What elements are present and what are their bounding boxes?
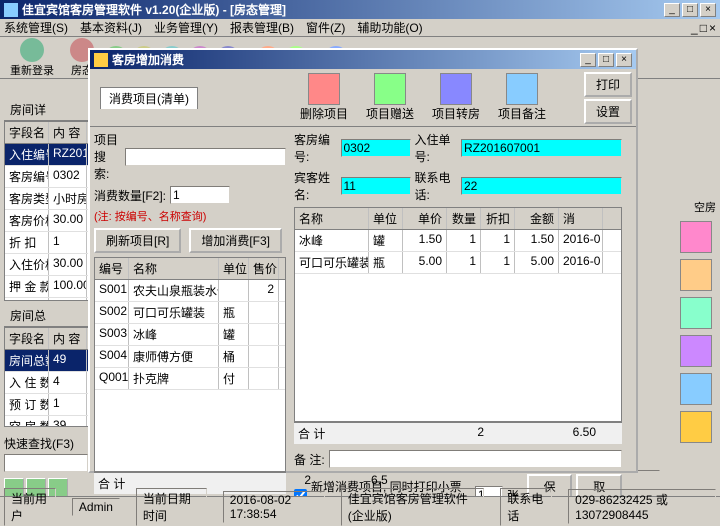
maximize-button[interactable]: □ <box>682 3 698 17</box>
menu-business[interactable]: 业务管理(Y) <box>154 19 218 36</box>
menu-report[interactable]: 报表管理(B) <box>230 19 294 36</box>
side-action-2[interactable] <box>680 259 712 291</box>
table-row[interactable]: 押 金 款100.00 <box>5 276 89 298</box>
note-item-button[interactable]: 项目备注 <box>492 71 552 124</box>
items-grid-header: 编号 名称 单位 售价 <box>95 258 285 280</box>
transfer-item-button[interactable]: 项目转房 <box>426 71 486 124</box>
app-icon <box>4 3 18 17</box>
table-row[interactable]: Q001扑克牌付 <box>95 368 285 390</box>
search-input[interactable] <box>125 148 286 166</box>
main-titlebar: 佳宜宾馆客房管理软件 v1.20(企业版) - [房态管理] _ □ × <box>0 0 720 19</box>
consume-sum-row: 合 计 2 6.50 <box>294 422 622 444</box>
note-label: 备 注: <box>294 451 325 468</box>
table-row[interactable]: 预 订 数1 <box>5 394 89 416</box>
order-no-field[interactable] <box>461 139 622 157</box>
print-button[interactable]: 打印 <box>584 72 632 97</box>
dialog-title: 客房增加消费 <box>112 51 580 68</box>
qty-label: 消费数量[F2]: <box>94 187 166 204</box>
table-row[interactable]: 入住价格30.00 <box>5 254 89 276</box>
side-action-6[interactable] <box>680 411 712 443</box>
quick-find-input[interactable] <box>4 454 88 472</box>
delete-icon <box>308 73 340 105</box>
side-label-empty: 空房 <box>680 199 716 215</box>
table-row[interactable]: S001农夫山泉瓶装水件2 <box>95 280 285 302</box>
order-no-label: 入住单号: <box>415 131 458 165</box>
search-hint: (注: 按编号、名称查询) <box>94 208 286 224</box>
statusbar: 当前用户 Admin 当前日期时间 2016-08-02 17:38:54 佳宜… <box>0 496 720 516</box>
dialog-close-button[interactable]: × <box>616 53 632 67</box>
table-row[interactable]: 是否加床是 <box>5 298 89 301</box>
consume-dialog: 客房增加消费 _ □ × 消费项目(清单) 删除项目 项目赠送 项目转房 项目备… <box>88 48 638 473</box>
side-action-1[interactable] <box>680 221 712 253</box>
menu-window[interactable]: 窗件(Z) <box>306 19 345 36</box>
menu-basic[interactable]: 基本资料(J) <box>80 19 142 36</box>
dialog-icon <box>94 53 108 67</box>
menu-system[interactable]: 系统管理(S) <box>4 19 68 36</box>
table-row[interactable]: S003冰峰罐 <box>95 324 285 346</box>
table-row[interactable]: 房间总数49 <box>5 350 89 372</box>
app-title: 佳宜宾馆客房管理软件 v1.20(企业版) - [房态管理] <box>22 1 664 18</box>
qty-input[interactable] <box>170 186 230 204</box>
table-row[interactable]: S004康师傅方便桶 <box>95 346 285 368</box>
relogin-icon <box>20 38 44 62</box>
left-grid1-header: 字段名 内 容 <box>5 122 89 144</box>
table-row[interactable]: S002可口可乐罐装瓶 <box>95 302 285 324</box>
guest-label: 宾客姓名: <box>294 169 337 203</box>
room-no-field[interactable] <box>341 139 411 157</box>
menu-help[interactable]: 辅助功能(O) <box>357 19 422 36</box>
table-row[interactable]: 冰峰罐1.50111.502016-0 <box>295 230 621 252</box>
table-row[interactable]: 空 房 数39 <box>5 416 89 427</box>
refresh-button[interactable]: 刷新项目[R] <box>94 228 181 253</box>
relogin-button[interactable]: 重新登录 <box>4 36 60 80</box>
transfer-icon <box>440 73 472 105</box>
left-grid2-header: 字段名 内 容 <box>5 328 89 350</box>
consume-tab[interactable]: 消费项目(清单) <box>100 87 198 109</box>
table-row[interactable]: 客房类型小时房 <box>5 188 89 210</box>
side-action-4[interactable] <box>680 335 712 367</box>
room-no-label: 客房编号: <box>294 131 337 165</box>
consume-grid-header: 名称 单位 单价 数量 折扣 金额 消 <box>295 208 621 230</box>
dialog-titlebar: 客房增加消费 _ □ × <box>90 50 636 69</box>
side-action-3[interactable] <box>680 297 712 329</box>
room-detail-tab: 房间详 <box>4 99 90 121</box>
guest-field[interactable] <box>341 177 411 195</box>
side-action-5[interactable] <box>680 373 712 405</box>
child-maximize-button[interactable]: □ <box>700 21 707 35</box>
search-label: 项目搜索: <box>94 131 121 182</box>
quick-find-label: 快速查找(F3) <box>4 435 90 452</box>
dialog-maximize-button[interactable]: □ <box>598 53 614 67</box>
gift-item-button[interactable]: 项目赠送 <box>360 71 420 124</box>
note-icon <box>506 73 538 105</box>
setting-button[interactable]: 设置 <box>584 99 632 124</box>
table-row[interactable]: 客房价格30.00 <box>5 210 89 232</box>
menubar: 系统管理(S) 基本资料(J) 业务管理(Y) 报表管理(B) 窗件(Z) 辅助… <box>0 19 720 37</box>
table-row[interactable]: 入住编号RZ2016 <box>5 144 89 166</box>
side-actions: 空房 <box>680 199 716 443</box>
table-row[interactable]: 折 扣1 <box>5 232 89 254</box>
table-row[interactable]: 客房编号0302 <box>5 166 89 188</box>
child-close-button[interactable]: × <box>709 21 716 35</box>
child-minimize-button[interactable]: _ <box>691 21 698 35</box>
close-button[interactable]: × <box>700 3 716 17</box>
add-consume-button[interactable]: 增加消费[F3] <box>189 228 282 253</box>
room-total-tab: 房间总 <box>4 305 90 327</box>
phone-field[interactable] <box>461 177 622 195</box>
table-row[interactable]: 可口可乐罐装瓶5.00115.002016-0 <box>295 252 621 274</box>
note-input[interactable] <box>329 450 622 468</box>
gift-icon <box>374 73 406 105</box>
minimize-button[interactable]: _ <box>664 3 680 17</box>
dialog-minimize-button[interactable]: _ <box>580 53 596 67</box>
table-row[interactable]: 入 住 数4 <box>5 372 89 394</box>
phone-label: 联系电话: <box>415 169 458 203</box>
delete-item-button[interactable]: 删除项目 <box>294 71 354 124</box>
